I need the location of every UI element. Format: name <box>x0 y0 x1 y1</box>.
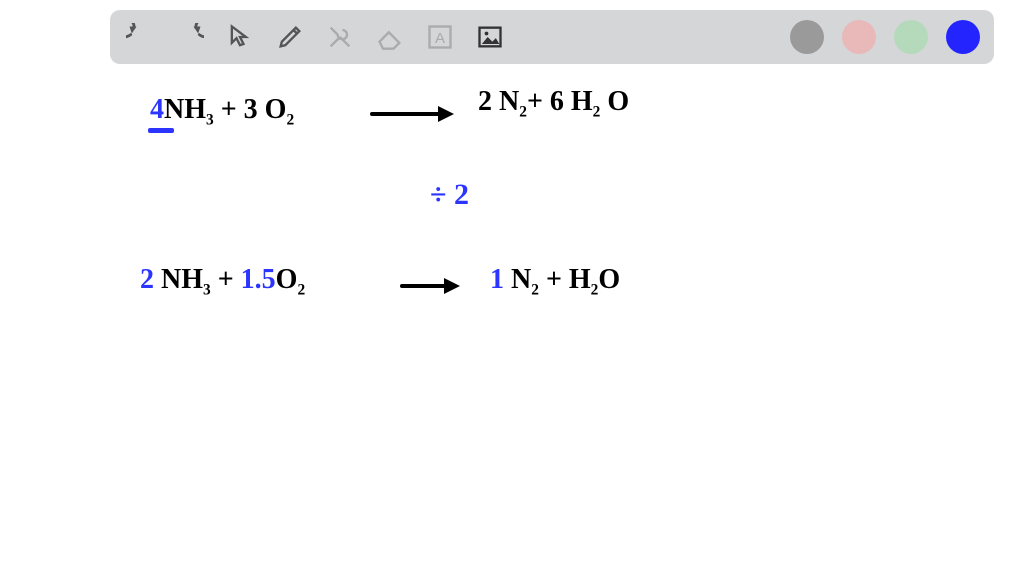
eraser-icon <box>376 23 404 51</box>
text-icon: A <box>426 23 454 51</box>
tools-button[interactable] <box>324 21 356 53</box>
cursor-button[interactable] <box>224 21 256 53</box>
svg-text:A: A <box>435 30 446 47</box>
color-green-swatch[interactable] <box>894 20 928 54</box>
cursor-icon <box>226 23 254 51</box>
coef-1: 1 <box>490 264 504 295</box>
color-pink-swatch[interactable] <box>842 20 876 54</box>
equation-1-rhs: 2 N2+ 6 H2 O <box>478 88 629 116</box>
redo-button[interactable] <box>174 21 206 53</box>
divide-note: ÷ 2 <box>430 180 469 210</box>
color-gray-swatch[interactable] <box>790 20 824 54</box>
eraser-button[interactable] <box>374 21 406 53</box>
text-button[interactable]: A <box>424 21 456 53</box>
equation-2-rhs: 1 N2 + H2O <box>490 266 620 294</box>
undo-icon <box>126 23 154 51</box>
image-button[interactable] <box>474 21 506 53</box>
drawing-toolbar: A <box>110 10 994 64</box>
undo-button[interactable] <box>124 21 156 53</box>
pencil-icon <box>276 23 304 51</box>
equation-2-lhs: 2 NH3 + 1.5O2 <box>140 266 305 294</box>
equation-1-arrow <box>370 98 454 126</box>
drawing-canvas[interactable]: 4NH3 + 3 O2 2 N2+ 6 H2 O ÷ 2 2 NH3 + 1.5… <box>0 70 1024 568</box>
image-icon <box>476 23 504 51</box>
tools-icon <box>326 23 354 51</box>
color-blue-swatch[interactable] <box>946 20 980 54</box>
coef-2: 2 <box>140 264 154 295</box>
redo-icon <box>176 23 204 51</box>
equation-1-lhs: 4NH3 + 3 O2 <box>150 96 294 124</box>
pencil-button[interactable] <box>274 21 306 53</box>
coef-4: 4 <box>150 94 164 125</box>
equation-2-arrow <box>400 270 460 298</box>
coef-4-underline <box>148 128 174 133</box>
coef-1p5: 1.5 <box>241 264 276 295</box>
